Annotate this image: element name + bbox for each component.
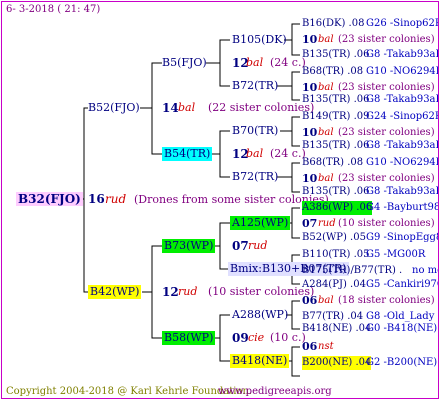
pedigree-frame: 6- 3-2018 ( 21: 47) B32(FJO) 16 rud (Dro… bbox=[1, 1, 439, 399]
g4-queen: B149(TR) .09 bbox=[302, 111, 370, 122]
root-queen: B32(FJO) bbox=[16, 192, 83, 206]
g4-origin: G2 -B200(NE) bbox=[366, 357, 438, 368]
g3-b105-mark: bal bbox=[246, 56, 264, 69]
dam-note: (10 sister colonies) bbox=[208, 285, 315, 298]
g3-b105-note: (24 c.) bbox=[270, 56, 306, 69]
g4-note: (23 sister colonies) bbox=[338, 173, 435, 184]
g3-b418-note: (10 c.) bbox=[270, 331, 306, 344]
g4-queen: B68(TR) .08 bbox=[302, 66, 364, 77]
g4-queen: B135(TR) .06 bbox=[302, 94, 370, 105]
g4-queen: B135(TR) .06 bbox=[302, 186, 370, 197]
g3-b70-mark: bal bbox=[246, 147, 264, 160]
g4-origin: G0 -B418(NE) bbox=[366, 323, 438, 334]
g4-mark: rud bbox=[318, 218, 336, 229]
g3-b418-mark: cie bbox=[248, 331, 265, 344]
g3-a125-queen: A125(WP) bbox=[230, 216, 291, 230]
g4-generation: 06 bbox=[302, 340, 318, 353]
g4-generation: 10 bbox=[302, 33, 318, 46]
g4-mark: bal bbox=[318, 34, 334, 45]
root-generation: 16 bbox=[88, 192, 105, 206]
footer-site: www.pedigreeapis.org bbox=[218, 386, 332, 397]
g4-mark: bal bbox=[318, 173, 334, 184]
g3-b72b-queen: B72(TR) bbox=[232, 170, 279, 183]
g4-queen: B200(NE) .04 bbox=[302, 356, 372, 370]
header-date: 6- 3-2018 ( 21: 47) bbox=[6, 4, 101, 15]
sire-queen: B52(FJO) bbox=[88, 101, 140, 114]
root-note: (Drones from some sister colonies) bbox=[134, 193, 329, 206]
g4-origin: G10 -NO6294R bbox=[366, 66, 439, 77]
g4-mark: bal bbox=[318, 127, 334, 138]
g4-queen: B52(WP) .05 bbox=[302, 232, 366, 243]
sire-dam-queen: B54(TR) bbox=[162, 147, 213, 161]
g4-note: (23 sister colonies) bbox=[338, 127, 435, 138]
dam-sire-queen: B73(WP) bbox=[162, 239, 216, 253]
g4-queen: B418(NE) .04 bbox=[302, 323, 372, 334]
g4-mark: bal bbox=[318, 295, 334, 306]
g4-queen: B68(TR) .08 bbox=[302, 157, 364, 168]
g4-note: (18 sister colonies) bbox=[338, 295, 435, 306]
g4-queen: B135(TR) .06 bbox=[302, 49, 370, 60]
dam-dam-queen: B58(WP) bbox=[162, 331, 216, 345]
g4-origin: G5 -Cankiri97Q bbox=[366, 279, 439, 290]
g3-b70-queen: B70(TR) bbox=[232, 124, 279, 137]
g3-a125-mark: rud bbox=[248, 239, 268, 252]
g4-generation: 10 bbox=[302, 172, 318, 185]
g4-queen: B135(TR) .06 bbox=[302, 140, 370, 151]
g4-generation: 10 bbox=[302, 126, 318, 139]
g4-origin: G4 -Bayburt98-3 bbox=[366, 202, 438, 213]
sire-mark: bal bbox=[178, 101, 196, 114]
g4-origin: G8 -Takab93aR bbox=[366, 49, 439, 60]
g4-note: (23 sister colonies) bbox=[338, 34, 435, 45]
g4-generation: 07 bbox=[302, 217, 318, 230]
g3-a288-queen: A288(WP) bbox=[232, 308, 289, 321]
g4-generation: 06 bbox=[302, 294, 318, 307]
g3-b418-generation: 09 bbox=[232, 331, 249, 345]
g4-origin: G8 -Takab93aR bbox=[366, 140, 439, 151]
g4-origin: G9 -SinopEgg86R bbox=[366, 232, 438, 243]
g3-b105-queen: B105(DK) bbox=[232, 33, 287, 46]
g4-origin: no more bbox=[412, 265, 438, 276]
root-mark: rud bbox=[105, 192, 127, 206]
sire-sire-queen: B5(FJO) bbox=[162, 56, 207, 69]
g4-origin: G5 -MG00R bbox=[366, 249, 426, 260]
g4-queen: A386(WP) .06 bbox=[302, 201, 373, 215]
g3-b72a-queen: B72(TR) bbox=[232, 79, 279, 92]
dam-generation: 12 bbox=[162, 285, 179, 299]
sire-note: (22 sister colonies) bbox=[208, 101, 315, 114]
footer-copyright: Copyright 2004-2018 @ Karl Kehrle Founda… bbox=[6, 386, 253, 397]
g3-a125-generation: 07 bbox=[232, 239, 249, 253]
g4-queen: A284(PJ) .04 bbox=[302, 279, 366, 290]
g3-b70-note: (24 c.) bbox=[270, 147, 306, 160]
dam-queen: B42(WP) bbox=[88, 285, 142, 299]
g4-queen: B16(DK) .08 bbox=[302, 18, 365, 29]
dam-mark: rud bbox=[178, 285, 198, 298]
g3-b418-queen: B418(NE) bbox=[230, 354, 290, 368]
g4-queen: B110(TR) .05 bbox=[302, 249, 370, 260]
sire-generation: 14 bbox=[162, 101, 179, 115]
g4-origin: G24 -Sinop62R bbox=[366, 111, 439, 122]
g4-note: (10 sister colonies) bbox=[338, 218, 435, 229]
g4-origin: G8 -Takab93aR bbox=[366, 94, 439, 105]
g4-origin: G8 -Takab93aR bbox=[366, 186, 439, 197]
g4-origin: G26 -Sinop62R bbox=[366, 18, 439, 29]
g4-queen: B175(TR)/B77(TR) . bbox=[302, 265, 403, 276]
g4-mark: nst bbox=[318, 341, 334, 352]
g4-origin: G10 -NO6294R bbox=[366, 157, 439, 168]
